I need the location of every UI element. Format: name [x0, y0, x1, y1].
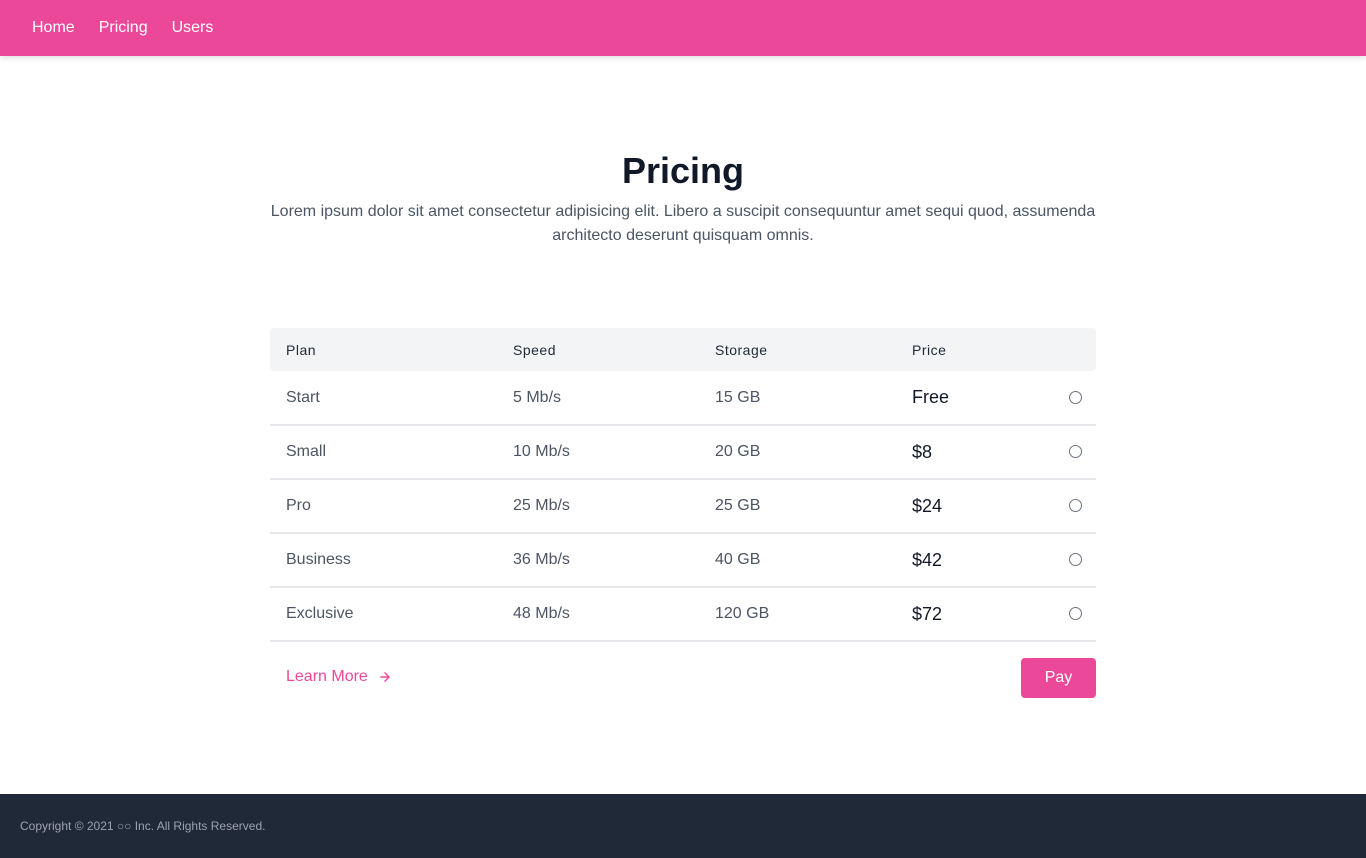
plan-cell: Start: [286, 388, 320, 406]
footer: Copyright © 2021 ○○ Inc. All Rights Rese…: [0, 794, 1366, 858]
table-row[interactable]: Pro 25 Mb/s 25 GB $24: [270, 479, 1096, 533]
storage-cell: 20 GB: [715, 443, 761, 460]
price-cell: $72: [912, 603, 943, 624]
speed-cell: 10 Mb/s: [513, 443, 570, 460]
learn-more-link[interactable]: Learn More: [286, 667, 392, 687]
speed-cell: 48 Mb/s: [513, 605, 570, 622]
price-cell: $24: [912, 495, 943, 516]
price-cell: $8: [912, 441, 933, 462]
pay-button[interactable]: Pay: [1021, 658, 1096, 698]
plan-cell: Exclusive: [286, 605, 354, 622]
storage-cell: 15 GB: [715, 388, 761, 406]
page-subtitle: Lorem ipsum dolor sit amet consectetur a…: [270, 203, 1096, 244]
column-header-plan: Plan: [286, 341, 317, 358]
page-title: Pricing: [621, 150, 745, 191]
pricing-table-container: Plan Speed Storage Price Start 5 Mb/s 15…: [270, 328, 1096, 642]
column-header-speed: Speed: [513, 341, 556, 358]
speed-cell: 5 Mb/s: [513, 388, 562, 406]
table-row[interactable]: Business 36 Mb/s 40 GB $42: [270, 533, 1096, 587]
storage-cell: 120 GB: [715, 605, 770, 622]
plan-radio-pro[interactable]: [1069, 499, 1082, 513]
nav-pricing[interactable]: Pricing: [99, 18, 148, 38]
top-navbar: Home Pricing Users: [0, 0, 1366, 56]
table-row[interactable]: Start 5 Mb/s 15 GB Free: [270, 371, 1096, 425]
speed-cell: 25 Mb/s: [513, 497, 570, 514]
plan-radio-business[interactable]: [1069, 553, 1082, 567]
plan-cell: Pro: [286, 497, 311, 514]
column-header-price: Price: [912, 341, 947, 358]
nav-home[interactable]: Home: [32, 18, 75, 38]
nav-users[interactable]: Users: [172, 18, 214, 38]
column-header-select: [1036, 328, 1096, 371]
learn-more-label: Learn More: [286, 668, 368, 685]
column-header-storage: Storage: [715, 341, 768, 358]
plan-cell: Business: [286, 551, 351, 568]
arrow-right-icon: [378, 670, 392, 684]
plan-radio-exclusive[interactable]: [1069, 607, 1082, 621]
storage-cell: 40 GB: [715, 551, 761, 568]
plan-radio-small[interactable]: [1069, 445, 1082, 459]
storage-cell: 25 GB: [715, 497, 761, 514]
plan-cell: Small: [286, 443, 327, 460]
price-cell: Free: [912, 387, 950, 407]
price-cell: $42: [912, 549, 943, 570]
table-row[interactable]: Small 10 Mb/s 20 GB $8: [270, 425, 1096, 479]
pricing-table: Plan Speed Storage Price Start 5 Mb/s 15…: [270, 328, 1096, 642]
table-header-row: Plan Speed Storage Price: [270, 328, 1096, 371]
copyright-text: Copyright © 2021 ○○ Inc. All Rights Rese…: [20, 819, 266, 833]
plan-radio-start[interactable]: [1069, 390, 1082, 404]
table-row[interactable]: Exclusive 48 Mb/s 120 GB $72: [270, 587, 1096, 641]
speed-cell: 36 Mb/s: [513, 551, 570, 568]
